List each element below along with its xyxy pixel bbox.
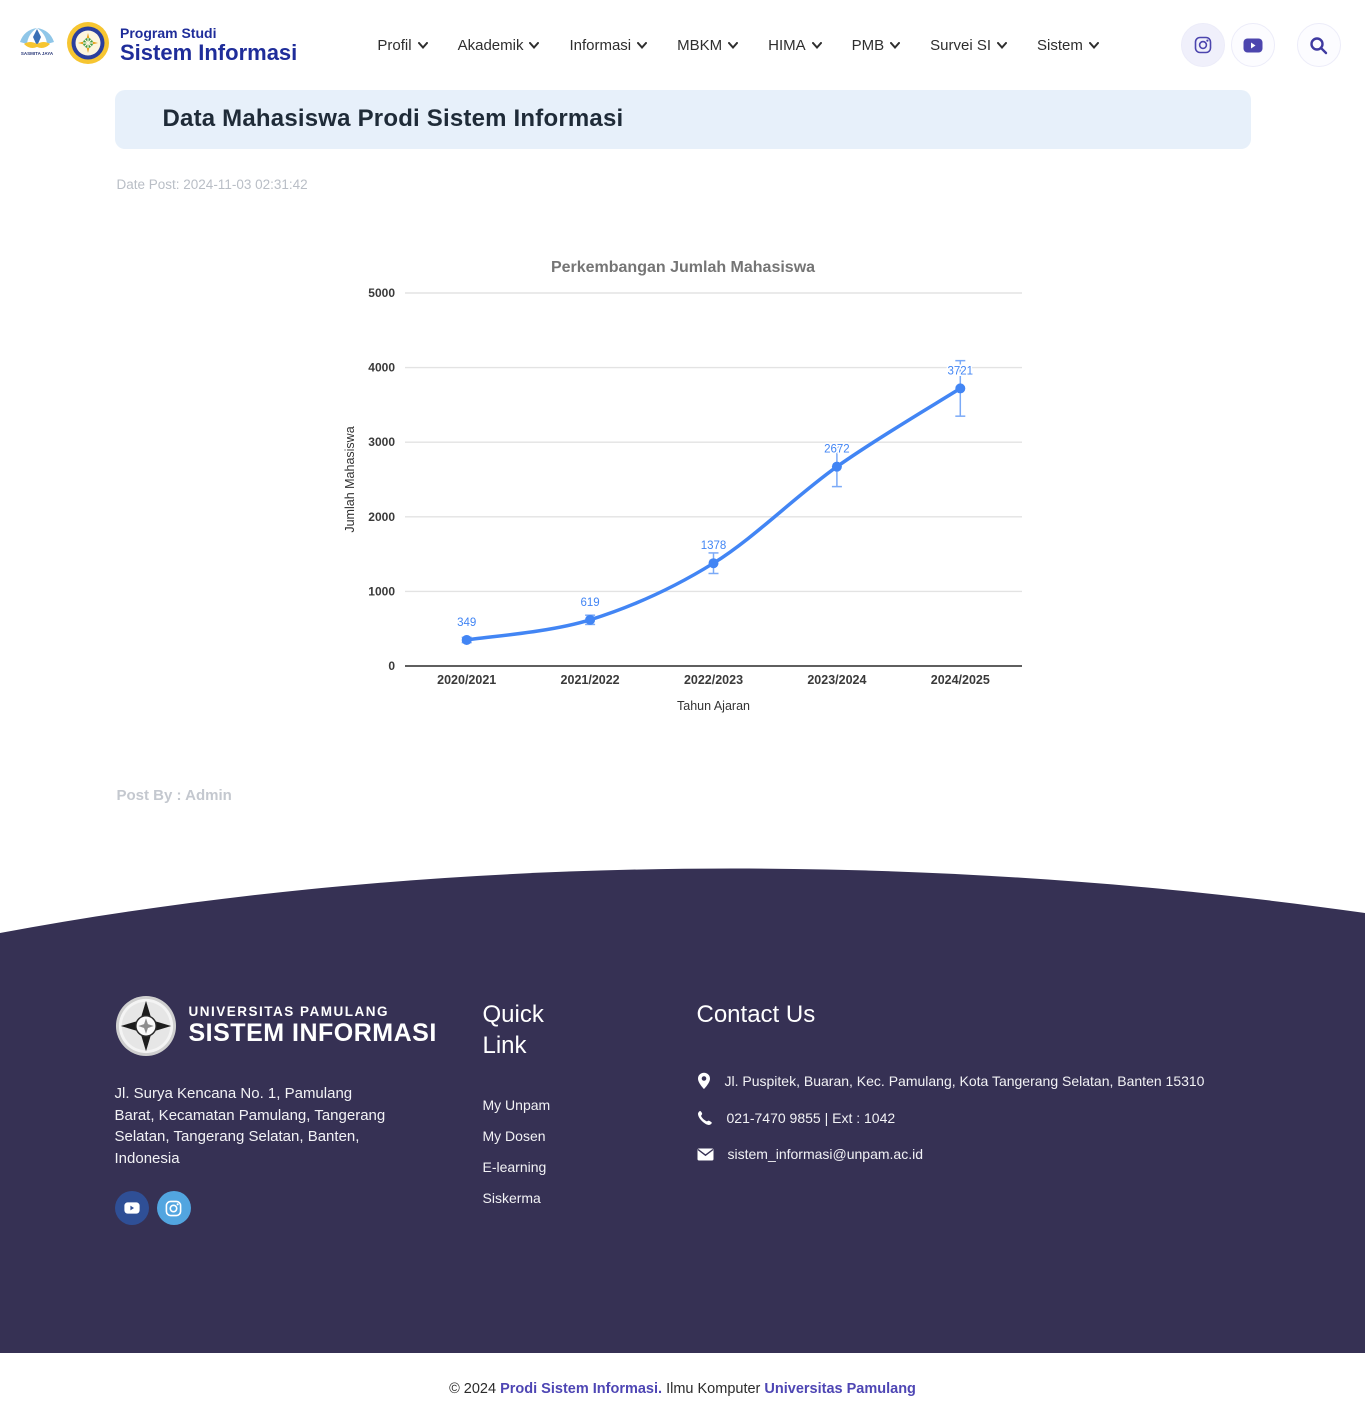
- envelope-icon: [697, 1148, 714, 1161]
- nav-label: MBKM: [677, 37, 722, 54]
- contact-address: Jl. Puspitek, Buaran, Kec. Pamulang, Kot…: [725, 1073, 1205, 1089]
- post-by: Post By : Admin: [117, 787, 1251, 804]
- quick-link-heading: Quick Link: [483, 999, 563, 1061]
- footer-logo: UNIVERSITAS PAMULANG SISTEM INFORMASI: [115, 995, 483, 1057]
- quick-link-my-unpam[interactable]: My Unpam: [483, 1097, 697, 1113]
- chevron-down-icon: [529, 42, 539, 49]
- copyright-middle: Ilmu Komputer: [662, 1381, 764, 1397]
- copyright-unpam-link[interactable]: Universitas Pamulang: [764, 1381, 916, 1397]
- footer-instagram-button[interactable]: [157, 1191, 191, 1225]
- svg-text:Jumlah Mahasiswa: Jumlah Mahasiswa: [343, 426, 357, 532]
- sasmita-jaya-crest-icon: SASMITA JAYA: [14, 22, 60, 69]
- svg-text:2022/2023: 2022/2023: [683, 673, 742, 687]
- nav-label: Profil: [377, 37, 411, 54]
- main-nav: Profil Akademik Informasi MBKM HIMA PMB …: [377, 37, 1098, 54]
- svg-text:1000: 1000: [368, 584, 395, 598]
- youtube-icon: [124, 1202, 140, 1214]
- brand-line2: Sistem Informasi: [120, 41, 297, 64]
- students-line-chart: Perkembangan Jumlah Mahasiswa 0 1000 2000 30…: [340, 248, 1026, 723]
- chevron-down-icon: [812, 42, 822, 49]
- nav-label: Akademik: [458, 37, 524, 54]
- nav-item-mbkm[interactable]: MBKM: [677, 37, 738, 54]
- nav-label: PMB: [852, 37, 885, 54]
- svg-text:2672: 2672: [824, 444, 850, 456]
- contact-phone: 021-7470 9855 | Ext : 1042: [727, 1110, 896, 1126]
- svg-text:1378: 1378: [700, 540, 726, 552]
- chevron-down-icon: [1089, 42, 1099, 49]
- instagram-icon: [1194, 36, 1212, 54]
- copyright-prefix: © 2024: [449, 1381, 500, 1397]
- svg-text:2023/2024: 2023/2024: [807, 673, 866, 687]
- svg-text:2021/2022: 2021/2022: [560, 673, 619, 687]
- site-footer: UNIVERSITAS PAMULANG SISTEM INFORMASI Jl…: [0, 861, 1365, 1425]
- svg-text:4000: 4000: [368, 361, 395, 375]
- nav-item-pmb[interactable]: PMB: [852, 37, 901, 54]
- page-title: Data Mahasiswa Prodi Sistem Informasi: [163, 105, 1203, 133]
- youtube-icon: [1243, 38, 1263, 53]
- footer-address: Jl. Surya Kencana No. 1, Pamulang Barat,…: [115, 1083, 387, 1169]
- contact-us-heading: Contact Us: [697, 999, 1251, 1030]
- search-button[interactable]: [1297, 23, 1341, 67]
- svg-text:5000: 5000: [368, 286, 395, 300]
- unpam-mono-emblem-icon: [115, 995, 177, 1057]
- chevron-down-icon: [637, 42, 647, 49]
- location-pin-icon: [697, 1072, 711, 1090]
- copyright-prodi-link[interactable]: Prodi Sistem Informasi.: [500, 1381, 662, 1397]
- page-title-banner: Data Mahasiswa Prodi Sistem Informasi: [115, 90, 1251, 149]
- search-icon: [1309, 36, 1328, 55]
- quick-link-siskerma[interactable]: Siskerma: [483, 1190, 697, 1206]
- footer-curve-shape: [0, 861, 1365, 966]
- quick-link-e-learning[interactable]: E-learning: [483, 1159, 697, 1175]
- svg-text:2024/2025: 2024/2025: [930, 673, 989, 687]
- nav-item-akademik[interactable]: Akademik: [458, 37, 540, 54]
- nav-item-hima[interactable]: HIMA: [768, 37, 822, 54]
- foundation-label: SASMITA JAYA: [21, 51, 54, 56]
- footer-youtube-button[interactable]: [115, 1191, 149, 1225]
- svg-text:2000: 2000: [368, 510, 395, 524]
- phone-icon: [697, 1110, 713, 1126]
- nav-item-informasi[interactable]: Informasi: [569, 37, 647, 54]
- nav-label: Sistem: [1037, 37, 1083, 54]
- svg-text:Tahun Ajaran: Tahun Ajaran: [677, 699, 750, 713]
- nav-label: Informasi: [569, 37, 631, 54]
- chevron-down-icon: [728, 42, 738, 49]
- date-post: Date Post: 2024-11-03 02:31:42: [117, 177, 1251, 192]
- svg-text:Perkembangan Jumlah Mahasiswa: Perkembangan Jumlah Mahasiswa: [550, 259, 814, 276]
- quick-link-my-dosen[interactable]: My Dosen: [483, 1128, 697, 1144]
- nav-item-sistem[interactable]: Sistem: [1037, 37, 1099, 54]
- site-logo[interactable]: SASMITA JAYA Program Studi Sistem Inform…: [14, 21, 297, 70]
- chevron-down-icon: [997, 42, 1007, 49]
- chart-canvas: Perkembangan Jumlah Mahasiswa 0 1000 2000 30…: [340, 248, 1026, 718]
- footer-brand-line2: SISTEM INFORMASI: [189, 1020, 437, 1048]
- footer-brand-line1: UNIVERSITAS PAMULANG: [189, 1005, 437, 1020]
- nav-label: Survei SI: [930, 37, 991, 54]
- brand-line1: Program Studi: [120, 26, 297, 41]
- site-header: SASMITA JAYA Program Studi Sistem Inform…: [0, 0, 1365, 90]
- copyright-bar: © 2024 Prodi Sistem Informasi. Ilmu Komp…: [0, 1353, 1365, 1425]
- svg-text:3721: 3721: [947, 365, 973, 377]
- svg-text:2020/2021: 2020/2021: [437, 673, 496, 687]
- nav-label: HIMA: [768, 37, 806, 54]
- nav-item-profil[interactable]: Profil: [377, 37, 427, 54]
- nav-item-survei-si[interactable]: Survei SI: [930, 37, 1007, 54]
- contact-email: sistem_informasi@unpam.ac.id: [728, 1146, 924, 1162]
- svg-text:3000: 3000: [368, 435, 395, 449]
- chevron-down-icon: [418, 42, 428, 49]
- instagram-icon: [165, 1200, 182, 1217]
- unpam-emblem-icon: [66, 21, 110, 70]
- svg-text:349: 349: [457, 617, 476, 629]
- chevron-down-icon: [890, 42, 900, 49]
- youtube-button[interactable]: [1231, 23, 1275, 67]
- instagram-button[interactable]: [1181, 23, 1225, 67]
- main-content: Data Mahasiswa Prodi Sistem Informasi Da…: [115, 90, 1251, 804]
- svg-text:619: 619: [580, 597, 599, 609]
- svg-text:0: 0: [388, 659, 395, 673]
